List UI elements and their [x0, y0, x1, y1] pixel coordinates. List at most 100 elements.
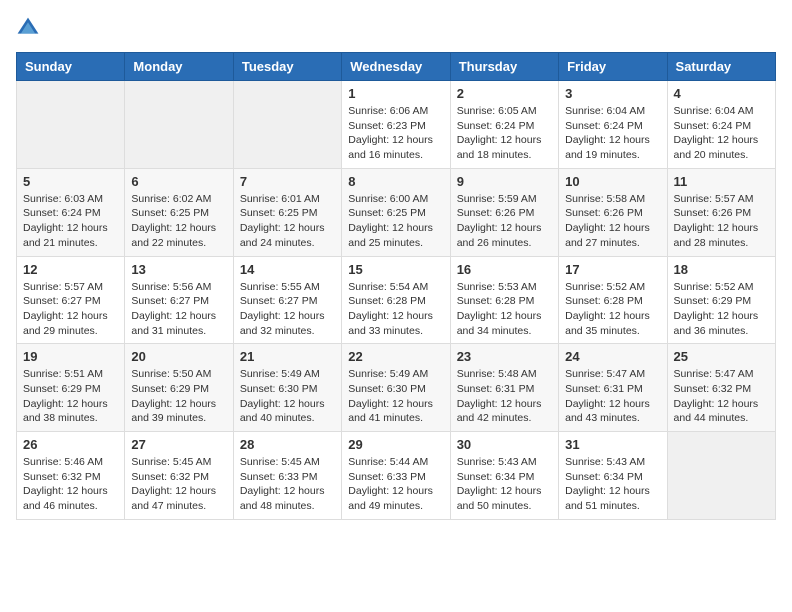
calendar-cell: 12Sunrise: 5:57 AM Sunset: 6:27 PM Dayli… — [17, 256, 125, 344]
day-info: Sunrise: 5:49 AM Sunset: 6:30 PM Dayligh… — [348, 367, 443, 426]
calendar-cell: 8Sunrise: 6:00 AM Sunset: 6:25 PM Daylig… — [342, 168, 450, 256]
day-number: 8 — [348, 174, 443, 189]
logo-icon — [16, 16, 40, 40]
day-number: 5 — [23, 174, 118, 189]
calendar-cell: 10 Sunrise: 5:58 AM Sunset: 6:26 PM Dayli… — [559, 168, 667, 256]
calendar-cell: 4 Sunrise: 6:04 AM Sunset: 6:24 PM Daylig… — [667, 81, 775, 169]
calendar-week-row: 12Sunrise: 5:57 AM Sunset: 6:27 PM Dayli… — [17, 256, 776, 344]
calendar-cell: 13 Sunrise: 5:56 AM Sunset: 6:27 PM Dayli… — [125, 256, 233, 344]
day-number: 2 — [457, 86, 552, 101]
day-of-week-header: Sunday — [17, 53, 125, 81]
day-info: Sunrise: 5:52 AM Sunset: 6:29 PM Dayligh… — [674, 280, 769, 339]
calendar-cell: 16 Sunrise: 5:53 AM Sunset: 6:28 PM Dayli… — [450, 256, 558, 344]
calendar-cell: 18 Sunrise: 5:52 AM Sunset: 6:29 PM Dayli… — [667, 256, 775, 344]
calendar-cell: 29 Sunrise: 5:44 AM Sunset: 6:33 PM Dayli… — [342, 432, 450, 520]
day-info: Sunrise: 5:49 AM Sunset: 6:30 PM Dayligh… — [240, 367, 335, 426]
calendar-cell — [17, 81, 125, 169]
calendar-cell: 6 Sunrise: 6:02 AM Sunset: 6:25 PM Daylig… — [125, 168, 233, 256]
calendar-cell — [233, 81, 341, 169]
day-number: 12 — [23, 262, 118, 277]
calendar-cell: 7 Sunrise: 6:01 AM Sunset: 6:25 PM Daylig… — [233, 168, 341, 256]
day-of-week-header: Wednesday — [342, 53, 450, 81]
calendar-cell: 19Sunrise: 5:51 AM Sunset: 6:29 PM Dayli… — [17, 344, 125, 432]
day-number: 27 — [131, 437, 226, 452]
calendar-week-row: 5 Sunrise: 6:03 AM Sunset: 6:24 PM Daylig… — [17, 168, 776, 256]
day-info: Sunrise: 5:48 AM Sunset: 6:31 PM Dayligh… — [457, 367, 552, 426]
day-number: 15 — [348, 262, 443, 277]
day-number: 23 — [457, 349, 552, 364]
day-info: Sunrise: 6:02 AM Sunset: 6:25 PM Dayligh… — [131, 192, 226, 251]
calendar-cell: 20Sunrise: 5:50 AM Sunset: 6:29 PM Dayli… — [125, 344, 233, 432]
calendar-cell: 17 Sunrise: 5:52 AM Sunset: 6:28 PM Dayli… — [559, 256, 667, 344]
day-info: Sunrise: 5:46 AM Sunset: 6:32 PM Dayligh… — [23, 455, 118, 514]
day-number: 18 — [674, 262, 769, 277]
day-number: 29 — [348, 437, 443, 452]
day-number: 11 — [674, 174, 769, 189]
day-info: Sunrise: 6:03 AM Sunset: 6:24 PM Dayligh… — [23, 192, 118, 251]
calendar-cell: 3Sunrise: 6:04 AM Sunset: 6:24 PM Daylig… — [559, 81, 667, 169]
day-info: Sunrise: 5:56 AM Sunset: 6:27 PM Dayligh… — [131, 280, 226, 339]
day-info: Sunrise: 6:05 AM Sunset: 6:24 PM Dayligh… — [457, 104, 552, 163]
calendar-cell: 22Sunrise: 5:49 AM Sunset: 6:30 PM Dayli… — [342, 344, 450, 432]
calendar-cell: 14 Sunrise: 5:55 AM Sunset: 6:27 PM Dayli… — [233, 256, 341, 344]
day-number: 24 — [565, 349, 660, 364]
day-number: 21 — [240, 349, 335, 364]
day-info: Sunrise: 5:53 AM Sunset: 6:28 PM Dayligh… — [457, 280, 552, 339]
day-number: 31 — [565, 437, 660, 452]
day-info: Sunrise: 5:57 AM Sunset: 6:26 PM Dayligh… — [674, 192, 769, 251]
calendar-cell — [667, 432, 775, 520]
day-number: 14 — [240, 262, 335, 277]
day-info: Sunrise: 6:06 AM Sunset: 6:23 PM Dayligh… — [348, 104, 443, 163]
calendar-week-row: 26 Sunrise: 5:46 AM Sunset: 6:32 PM Dayli… — [17, 432, 776, 520]
calendar-cell: 15 Sunrise: 5:54 AM Sunset: 6:28 PM Dayli… — [342, 256, 450, 344]
calendar-cell: 25Sunrise: 5:47 AM Sunset: 6:32 PM Dayli… — [667, 344, 775, 432]
calendar-cell: 28Sunrise: 5:45 AM Sunset: 6:33 PM Dayli… — [233, 432, 341, 520]
day-number: 25 — [674, 349, 769, 364]
day-number: 28 — [240, 437, 335, 452]
day-info: Sunrise: 6:04 AM Sunset: 6:24 PM Dayligh… — [674, 104, 769, 163]
day-number: 17 — [565, 262, 660, 277]
calendar-cell: 26 Sunrise: 5:46 AM Sunset: 6:32 PM Dayli… — [17, 432, 125, 520]
calendar-cell: 5 Sunrise: 6:03 AM Sunset: 6:24 PM Daylig… — [17, 168, 125, 256]
calendar-week-row: 19Sunrise: 5:51 AM Sunset: 6:29 PM Dayli… — [17, 344, 776, 432]
day-number: 4 — [674, 86, 769, 101]
calendar-header-row: SundayMondayTuesdayWednesdayThursdayFrid… — [17, 53, 776, 81]
day-info: Sunrise: 5:43 AM Sunset: 6:34 PM Dayligh… — [565, 455, 660, 514]
day-of-week-header: Tuesday — [233, 53, 341, 81]
calendar-cell: 9Sunrise: 5:59 AM Sunset: 6:26 PM Daylig… — [450, 168, 558, 256]
day-info: Sunrise: 5:58 AM Sunset: 6:26 PM Dayligh… — [565, 192, 660, 251]
day-number: 3 — [565, 86, 660, 101]
day-info: Sunrise: 5:52 AM Sunset: 6:28 PM Dayligh… — [565, 280, 660, 339]
calendar-cell: 30 Sunrise: 5:43 AM Sunset: 6:34 PM Dayli… — [450, 432, 558, 520]
calendar-cell: 11 Sunrise: 5:57 AM Sunset: 6:26 PM Dayli… — [667, 168, 775, 256]
day-info: Sunrise: 5:54 AM Sunset: 6:28 PM Dayligh… — [348, 280, 443, 339]
calendar-table: SundayMondayTuesdayWednesdayThursdayFrid… — [16, 52, 776, 520]
day-of-week-header: Friday — [559, 53, 667, 81]
calendar-cell: 27 Sunrise: 5:45 AM Sunset: 6:32 PM Dayli… — [125, 432, 233, 520]
calendar-cell: 2 Sunrise: 6:05 AM Sunset: 6:24 PM Daylig… — [450, 81, 558, 169]
day-number: 6 — [131, 174, 226, 189]
day-info: Sunrise: 5:55 AM Sunset: 6:27 PM Dayligh… — [240, 280, 335, 339]
calendar-cell: 24Sunrise: 5:47 AM Sunset: 6:31 PM Dayli… — [559, 344, 667, 432]
calendar-cell: 1Sunrise: 6:06 AM Sunset: 6:23 PM Daylig… — [342, 81, 450, 169]
day-number: 10 — [565, 174, 660, 189]
day-number: 26 — [23, 437, 118, 452]
day-info: Sunrise: 5:45 AM Sunset: 6:32 PM Dayligh… — [131, 455, 226, 514]
day-of-week-header: Monday — [125, 53, 233, 81]
day-info: Sunrise: 6:01 AM Sunset: 6:25 PM Dayligh… — [240, 192, 335, 251]
day-number: 30 — [457, 437, 552, 452]
calendar-cell: 23 Sunrise: 5:48 AM Sunset: 6:31 PM Dayli… — [450, 344, 558, 432]
day-number: 13 — [131, 262, 226, 277]
day-info: Sunrise: 5:43 AM Sunset: 6:34 PM Dayligh… — [457, 455, 552, 514]
calendar-cell — [125, 81, 233, 169]
day-info: Sunrise: 5:59 AM Sunset: 6:26 PM Dayligh… — [457, 192, 552, 251]
logo — [16, 16, 44, 40]
calendar-week-row: 1Sunrise: 6:06 AM Sunset: 6:23 PM Daylig… — [17, 81, 776, 169]
page-header — [16, 16, 776, 40]
day-number: 16 — [457, 262, 552, 277]
day-info: Sunrise: 5:44 AM Sunset: 6:33 PM Dayligh… — [348, 455, 443, 514]
calendar-cell: 31 Sunrise: 5:43 AM Sunset: 6:34 PM Dayli… — [559, 432, 667, 520]
day-number: 7 — [240, 174, 335, 189]
day-info: Sunrise: 5:51 AM Sunset: 6:29 PM Dayligh… — [23, 367, 118, 426]
day-of-week-header: Thursday — [450, 53, 558, 81]
